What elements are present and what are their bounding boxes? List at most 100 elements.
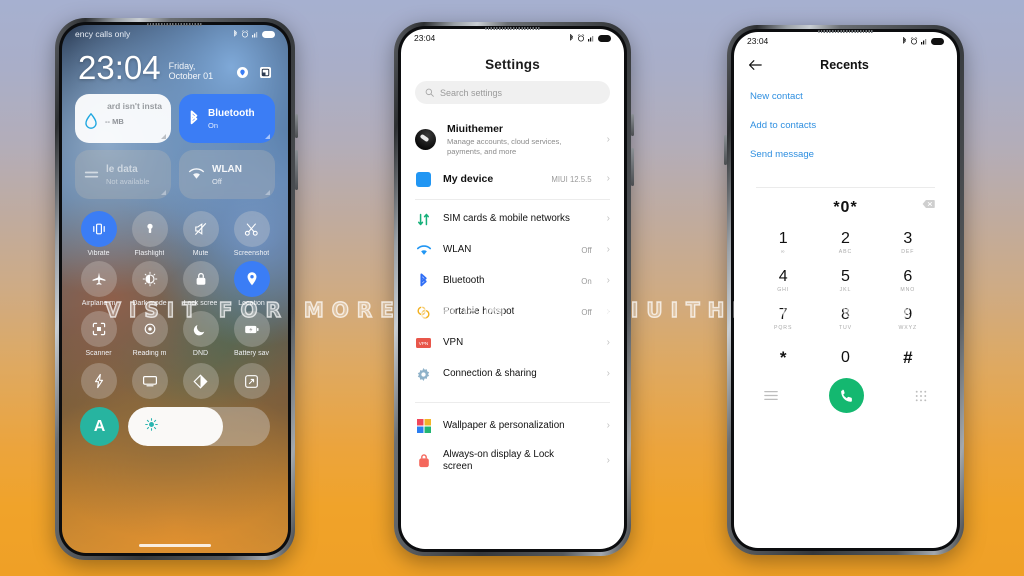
action-new-contact[interactable]: New contact [750,82,941,111]
card-bluetooth-title: Bluetooth [208,107,255,119]
key-hash[interactable]: # [877,339,939,376]
dialer-header: Recents [734,50,957,76]
tile-label: Vibrate [87,250,110,257]
camera-shortcut-icon[interactable] [259,66,272,79]
tile-cast[interactable] [124,363,175,399]
backspace-icon[interactable] [922,196,935,214]
row-title: Portable hotspot [443,306,515,318]
signal-icon [588,36,594,42]
tile-label: Dark mode [132,300,167,307]
key-digit: 8 [841,305,850,323]
settings-row-bluetooth[interactable]: Bluetooth On › [401,266,624,297]
signal-icon [252,32,258,38]
flashlight-icon [146,223,153,233]
tile-fullscreen[interactable] [226,363,277,399]
chevron-right-icon: › [606,133,610,145]
settings-row-wlan[interactable]: WLAN Off › [401,235,624,266]
card-resize-corner-icon [265,134,270,139]
battery-icon [931,37,944,45]
settings-row-sim-cards[interactable]: SIM cards & mobile networks › [401,204,624,235]
key-digit: 3 [903,229,913,247]
tile-battery-saver[interactable]: Battery sav [226,311,277,357]
key-letters: MNO [900,287,916,294]
row-value: On [581,276,592,286]
chevron-right-icon: › [606,244,610,256]
settings-row-aod-lockscreen[interactable]: Always-on display & Lock screen › [401,442,624,480]
key-5[interactable]: 5 JKL [814,263,876,300]
call-button[interactable] [829,378,864,413]
volume-button[interactable] [631,148,634,186]
reading-mode-icon [144,323,155,335]
settings-row-connection-sharing[interactable]: Connection & sharing › [401,359,624,390]
power-button[interactable] [631,114,634,136]
brightness-slider[interactable] [128,407,270,446]
tile-lock-screen[interactable]: Lock scree [175,261,226,307]
volume-button[interactable] [724,135,727,165]
key-6[interactable]: 6 MNO [877,263,939,300]
settings-row-wallpaper[interactable]: Wallpaper & personalization › [401,411,624,442]
tile-airplane-mode[interactable]: Airplane m [73,261,124,307]
tile-contrast[interactable] [175,363,226,399]
tile-dark-mode[interactable]: Dark mode [124,261,175,307]
tile-vibrate[interactable]: Vibrate [73,211,124,257]
lockscreen-date: Friday, October 01 [168,61,214,81]
row-value: Off [581,307,592,317]
settings-row-vpn[interactable]: VPN VPN › [401,328,624,359]
home-indicator[interactable] [139,544,211,547]
tile-screenshot[interactable]: Screenshot [226,211,277,257]
key-9[interactable]: 9 WXYZ [877,301,939,338]
tile-mute[interactable]: Mute [175,211,226,257]
chevron-right-icon: › [606,306,610,318]
card-storage[interactable]: ard isn't insta -- MB [75,94,171,143]
volume-button[interactable] [295,150,298,190]
row-title: Always-on display & Lock screen [443,448,555,473]
earpiece-speaker [147,23,203,26]
tile-label: Location [238,300,265,307]
bluetooth-icon [903,37,906,44]
bluetooth-icon [419,273,427,287]
card-mobile-data[interactable]: le data Not available [75,150,171,199]
key-7[interactable]: 7 PQRS [752,301,814,338]
tile-label: Mute [192,250,209,257]
lockscreen-clock-row: 23:04 Friday, October 01 [62,43,288,84]
settings-row-my-device[interactable]: My device MIUI 12.5.5 › [401,164,624,195]
status-bar: 23:04 [734,32,957,50]
bluetooth-icon [234,30,237,37]
location-pin-icon [247,272,256,286]
card-bluetooth[interactable]: Bluetooth On [179,94,275,143]
key-star[interactable]: * [752,339,814,376]
phone-device-dialer: 23:04 Recents New contact Add to contact… [724,25,964,555]
tile-scanner[interactable]: Scanner [73,311,124,357]
phone-device-settings: 23:04 Settings Search settings Miuitheme [394,22,634,556]
key-1[interactable]: 1 ∞ [752,225,814,262]
tile-reading-mode[interactable]: Reading m [124,311,175,357]
key-4[interactable]: 4 GHI [752,263,814,300]
action-add-to-contacts[interactable]: Add to contacts [750,111,941,140]
power-button[interactable] [295,114,298,138]
action-send-message[interactable]: Send message [750,140,941,169]
tile-location[interactable]: Location [226,261,277,307]
quick-settings-tiles-row-4 [62,357,288,399]
settings-row-portable-hotspot[interactable]: Portable hotspot Off › [401,297,624,328]
search-input[interactable]: Search settings [415,81,610,104]
flashlight-shortcut-icon[interactable] [236,66,249,79]
mobile-data-icon [84,171,99,177]
key-letters: WXYZ [898,325,918,332]
brightness-row: A [62,399,288,446]
auto-brightness-button[interactable]: A [80,407,119,446]
tile-flashlight[interactable]: Flashlight [124,211,175,257]
key-2[interactable]: 2 ABC [814,225,876,262]
tile-label: Flashlight [134,250,165,257]
key-8[interactable]: 8 TUV [814,301,876,338]
tile-dnd[interactable]: DND [175,311,226,357]
keypad-icon[interactable] [915,390,927,402]
key-letters: TUV [838,325,853,332]
key-0[interactable]: 0 [814,339,876,376]
card-wlan[interactable]: WLAN Off [179,150,275,199]
key-3[interactable]: 3 DEF [877,225,939,262]
settings-row-account[interactable]: Miuithemer Manage accounts, cloud servic… [401,116,624,164]
key-digit: 1 [778,229,788,247]
lock-icon [196,272,205,285]
menu-icon[interactable] [764,390,778,401]
tile-lightning[interactable] [73,363,124,399]
